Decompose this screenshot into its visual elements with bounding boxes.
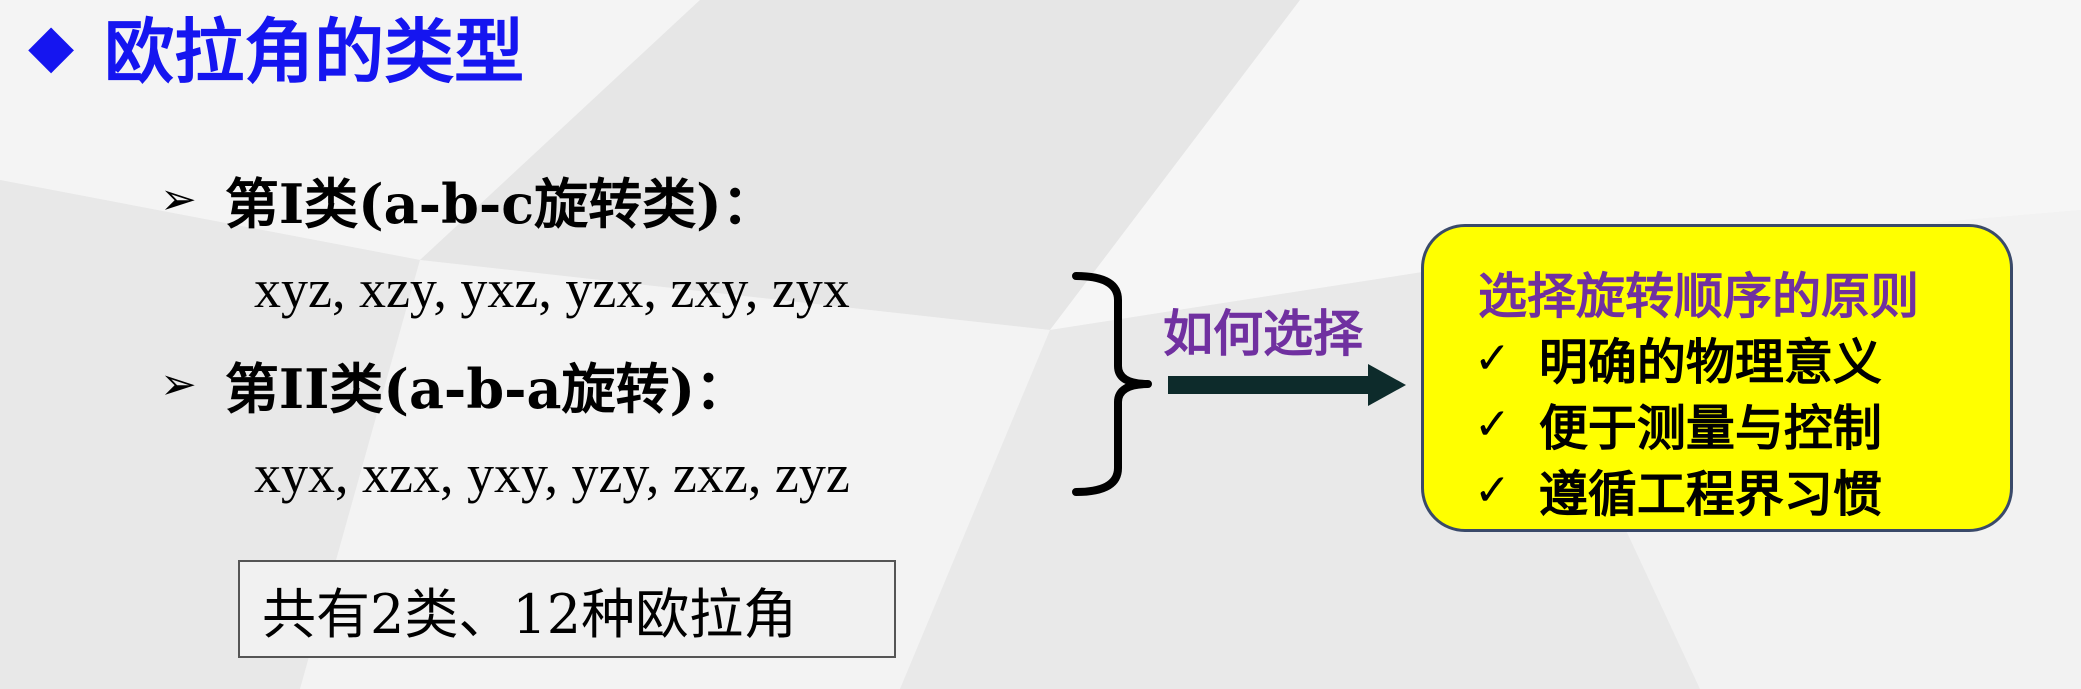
principle-item-text: 明确的物理意义 [1538,334,1882,391]
check-icon: ✓ [1474,333,1511,384]
principle-title: 选择旋转顺序的原则 [1478,268,1920,325]
principle-item: ✓ 明确的物理意义 [1474,323,1882,394]
class1-heading: ➢ 第I类(a-b-c旋转类)： [160,160,776,239]
arrow-bullet-icon: ➢ [160,174,197,225]
principle-item: ✓ 遵循工程界习惯 [1474,455,1882,526]
check-icon: ✓ [1474,465,1511,516]
class2-sequences: xyx, xzx, yxy, yzy, zxz, zyz [254,444,850,504]
page-title-text: 欧拉角的类型 [104,10,525,93]
principle-box: 选择旋转顺序的原则 ✓ 明确的物理意义 ✓ 便于测量与控制 ✓ 遵循工程界习惯 [1421,224,2013,532]
right-brace-icon [1072,272,1152,496]
principle-item-text: 便于测量与控制 [1538,400,1882,457]
arrow-bullet-icon: ➢ [160,359,197,410]
summary-box: 共有2类、12种欧拉角 [238,560,896,658]
class2-label: 第II类(a-b-a旋转)： [224,357,750,421]
diamond-bullet-icon: ◆ [28,11,75,81]
class1-sequences: xyz, xzy, yxz, yzx, zxy, zyx [254,259,850,319]
class2-heading: ➢ 第II类(a-b-a旋转)： [160,345,749,424]
check-icon: ✓ [1474,399,1511,450]
right-arrow-icon [1168,364,1406,406]
page-title: ◆ 欧拉角的类型 [28,6,524,93]
principle-item: ✓ 便于测量与控制 [1474,389,1882,460]
class1-label: 第I类(a-b-c旋转类)： [224,172,776,236]
principle-item-text: 遵循工程界习惯 [1538,466,1882,523]
how-to-choose-label: 如何选择 [1163,305,1363,363]
